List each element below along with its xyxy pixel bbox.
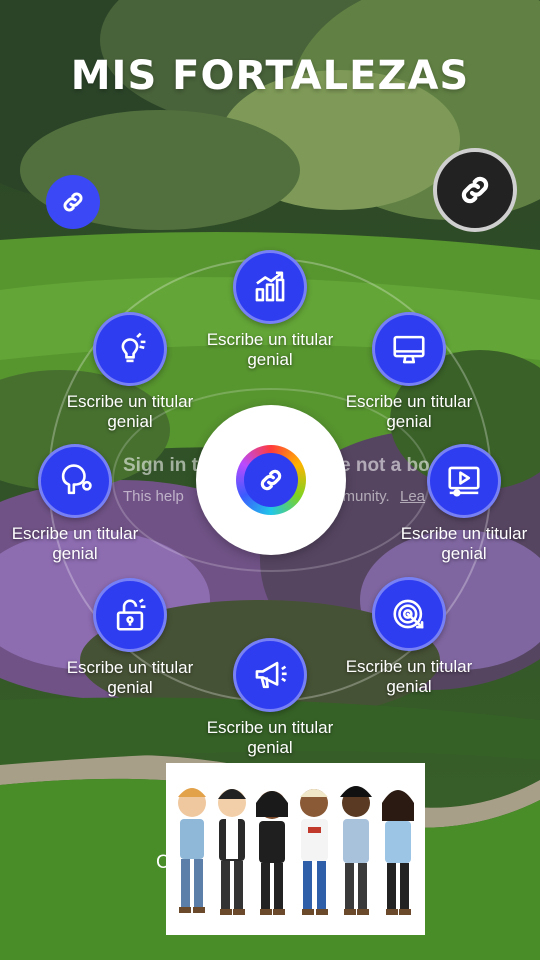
- strength-item-6[interactable]: Escribe un titular genial: [55, 578, 205, 698]
- strength-item-2[interactable]: Escribe un titular genial: [334, 312, 484, 432]
- lightbulb-icon: [93, 312, 167, 386]
- link-icon: [63, 192, 83, 212]
- strength-label: Escribe un titular genial: [345, 657, 473, 696]
- strength-item-4[interactable]: Escribe un titular genial: [334, 577, 484, 697]
- unlock-icon: [93, 578, 167, 652]
- strength-label: Escribe un titular genial: [11, 524, 139, 563]
- ping-pong-icon: [38, 444, 112, 518]
- center-inner: [244, 453, 298, 507]
- monitor-icon: [372, 312, 446, 386]
- strength-label: Escribe un titular genial: [66, 658, 194, 697]
- bar-chart-icon: [233, 250, 307, 324]
- strength-item-3[interactable]: Escribe un titular genial: [389, 444, 539, 564]
- center-hub[interactable]: [196, 405, 346, 555]
- link-button-large[interactable]: [433, 148, 517, 232]
- strength-label: Escribe un titular genial: [345, 392, 473, 431]
- center-gradient-ring: [236, 445, 306, 515]
- link-icon: [461, 176, 489, 204]
- video-player-icon: [427, 444, 501, 518]
- megaphone-icon: [233, 638, 307, 712]
- strength-item-1[interactable]: Escribe un titular genial: [195, 250, 345, 370]
- strength-label: Escribe un titular genial: [66, 392, 194, 431]
- strength-item-7[interactable]: Escribe un titular genial: [0, 444, 150, 564]
- strength-label: Escribe un titular genial: [400, 524, 528, 563]
- target-icon: [372, 577, 446, 651]
- slide-canvas: Sign in t e not a bo This help mmunity. …: [0, 0, 540, 960]
- page-title: MIS FORTALEZAS: [70, 53, 470, 99]
- strength-label: Escribe un titular genial: [206, 718, 334, 757]
- strength-item-5[interactable]: Escribe un titular genial: [195, 638, 345, 758]
- strength-label: Escribe un titular genial: [206, 330, 334, 369]
- team-illustration: [166, 763, 425, 935]
- link-button-small[interactable]: [46, 175, 100, 229]
- strength-item-8[interactable]: Escribe un titular genial: [55, 312, 205, 432]
- link-icon: [260, 469, 282, 491]
